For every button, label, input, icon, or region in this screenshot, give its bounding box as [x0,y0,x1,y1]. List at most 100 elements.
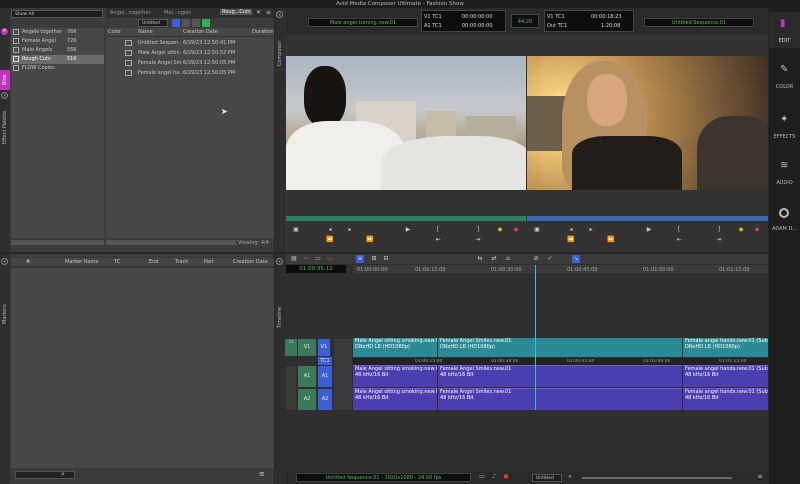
bin-scrollbar[interactable] [106,240,236,245]
trim-right-icon[interactable]: ⇄ [490,255,498,263]
step-forward-icon[interactable]: ▸ [587,226,595,234]
column-number[interactable]: # [26,259,30,265]
close-icon[interactable]: ✕ [1,28,8,35]
rewind-icon[interactable]: ⏪ [567,236,575,244]
step-back-icon[interactable]: ◂ [567,226,575,234]
fast-forward-icon[interactable]: ⏩ [366,236,374,244]
tab-markers[interactable]: Markers [0,294,10,324]
bin-view-select[interactable]: Untitled [138,19,168,27]
record-sequence-name[interactable]: Untitled Sequence.01 [644,18,754,27]
track-sync-controls[interactable] [334,339,352,410]
list-item[interactable]: FLOW Copies [11,64,104,73]
script-view-icon[interactable] [192,19,200,27]
close-icon[interactable]: ✕ [1,258,8,265]
timeline-zoom-slider[interactable] [582,477,732,479]
audio-clip[interactable]: Female angel hands.new.01 (Subc 48 kHz/1… [683,388,768,410]
audio-clip[interactable]: Female Angel Smiles.new.01 48 kHz/16 Bit [438,388,682,410]
splice-in-icon[interactable]: ◆ [496,226,504,234]
add-edit-icon[interactable]: ⊞ [370,255,378,263]
clear-marks-icon[interactable]: ⊘ [532,255,540,263]
mark-clip-icon[interactable]: ▣ [533,226,541,234]
timeline-menu-icon[interactable]: ≡ [756,473,764,481]
tab-bins[interactable]: Bins [0,70,10,90]
timeline-view-select[interactable]: Untitled [532,474,562,482]
bin-tab-male-angels[interactable]: Mal...ngels [164,10,204,16]
table-row[interactable]: Untitled Sequen... 6/29/23 12:50:41 PM [106,38,274,48]
video-clip[interactable]: Male Angel sitting smoking.new.01 DNxHD … [353,338,437,357]
tab-effect-palette[interactable]: Effect Palette [0,104,10,144]
column-track[interactable]: Track [175,259,188,265]
audio-clip[interactable]: Female angel hands.new.01 (Subc 48 kHz/1… [683,365,768,387]
audio-clip[interactable]: Male Angel sitting smoking.new.01 48 kHz… [353,388,437,410]
close-icon[interactable]: ✕ [276,258,283,265]
audio-clip[interactable]: Female Angel Smiles.new.01 48 kHz/16 Bit [438,365,682,387]
track-a1-record[interactable]: A1 [318,366,332,387]
column-end[interactable]: End [149,259,159,265]
track-v1-record[interactable]: V1 [318,339,330,356]
toolbar-item-audio[interactable]: ≋ AUDIO [769,154,800,190]
search-icon[interactable]: ⌕ [61,470,65,479]
audio-clip[interactable]: Male Angel sitting smoking.new.01 48 kHz… [353,365,437,387]
show-all-select[interactable]: Show All [11,10,103,18]
mark-clip-icon[interactable]: ▣ [292,226,300,234]
timeline-playhead[interactable] [535,265,536,410]
bin-tab-rough-cuts[interactable]: Roug...Cuts [220,9,252,15]
track-a1-source[interactable]: A1 [298,366,316,387]
go-to-in-icon[interactable]: ⇤ [434,236,442,244]
column-part[interactable]: Part [204,259,214,265]
mark-out-icon[interactable]: ] [715,226,723,234]
storyboard-view-icon[interactable] [202,19,210,27]
column-marker-name[interactable]: Marker Name [65,259,99,265]
video-quality-icon[interactable]: ▤ [290,255,298,263]
list-item[interactable]: Angels together 76K [11,28,104,37]
source-clip-name[interactable]: Male angel turning.new.01 [308,18,418,27]
bin-scrollbar[interactable] [11,240,104,245]
video-toggle-icon[interactable]: ▭ [478,473,486,481]
table-row[interactable]: Female Angel Sm... 6/29/23 12:50:05 PM [106,58,274,68]
step-back-icon[interactable]: ◂ [326,226,334,234]
video-monitor-toggle[interactable]: ▭ [285,339,297,356]
go-to-in-icon[interactable]: ⇤ [675,236,683,244]
go-to-out-icon[interactable]: ⇥ [474,236,482,244]
step-forward-icon[interactable]: ▸ [346,226,354,234]
close-tab-icon[interactable]: ✕ [256,9,261,16]
timeline-current-tc[interactable]: 01:00:35:12 [286,265,346,273]
list-item[interactable]: Rough Cuts 51K [11,55,104,64]
trim-tool-icon[interactable]: ✂ [302,255,310,263]
play-icon[interactable]: ▶ [404,226,412,234]
close-icon[interactable]: ✕ [276,11,283,18]
list-item[interactable]: Female Angel 72K [11,37,104,46]
frame-view-icon[interactable] [182,19,190,27]
toolbar-item-user[interactable]: ADAM D... [769,204,800,240]
play-icon[interactable]: ▶ [645,226,653,234]
rewind-icon[interactable]: ⏪ [326,236,334,244]
video-clip[interactable]: Female angel hands.new.01 (Subc DNxHD LB… [683,338,768,357]
trim-left-icon[interactable]: ⇆ [476,255,484,263]
match-frame-icon[interactable]: ⊟ [382,255,390,263]
fast-forward-icon[interactable]: ⏩ [607,236,615,244]
markers-search-input[interactable] [15,471,75,479]
bin-tab-angels[interactable]: Angel...together [110,10,152,16]
column-name[interactable]: Name [138,29,153,35]
snap-icon[interactable]: ↘ [572,255,580,263]
overwrite-icon[interactable]: ◆ [512,226,520,234]
column-creation-date[interactable]: Creation Date [233,259,268,265]
add-marker-icon[interactable]: ⌂ [504,255,512,263]
track-tc1[interactable]: TC1 [318,357,332,365]
column-duration[interactable]: Duration [252,29,274,35]
lift-icon[interactable]: ◆ [737,226,745,234]
toolbar-item-color[interactable]: ✎ COLOR [769,58,800,94]
source-position-bar[interactable] [286,216,526,221]
track-v1-source[interactable]: V1 [298,339,316,356]
timeline-menu-icon[interactable]: ≡ [356,255,364,263]
lift-overwrite-icon[interactable]: ▭ [326,255,334,263]
timeline-ruler[interactable]: 01:00:00:00 01:00:15:00 01:00:30:00 01:0… [353,265,768,273]
toolbar-item-effects[interactable]: ✦ EFFECTS [769,108,800,144]
markers-menu-icon[interactable]: ≡ [259,470,265,478]
check-icon[interactable]: ✓ [546,255,554,263]
close-icon[interactable]: ✕ [1,92,8,99]
track-a2-record[interactable]: A2 [318,389,332,410]
extract-icon[interactable]: ◆ [753,226,761,234]
record-position-bar[interactable] [527,216,768,221]
tab-composer[interactable]: Composer [275,32,285,66]
